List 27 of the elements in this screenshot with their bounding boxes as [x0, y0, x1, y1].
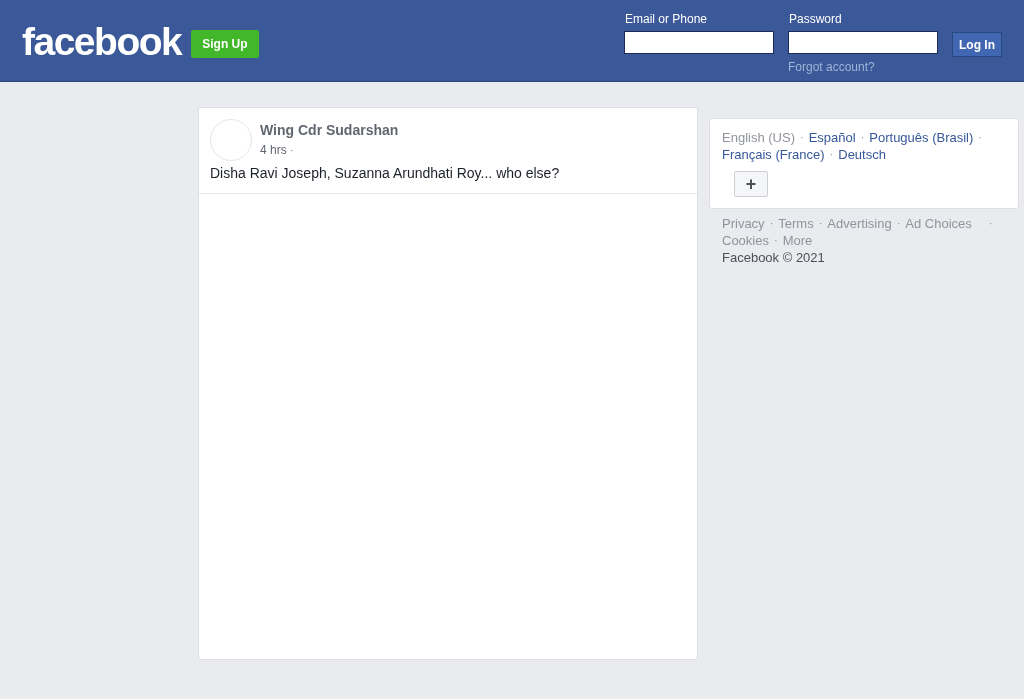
- language-link[interactable]: English (US): [722, 129, 795, 146]
- separator-dot: ·: [860, 130, 865, 145]
- copyright: Facebook © 2021: [721, 249, 826, 266]
- separator-dot: ·: [978, 130, 982, 145]
- language-link[interactable]: Français (France): [722, 146, 825, 163]
- language-link[interactable]: Español: [808, 129, 856, 146]
- logo[interactable]: facebook: [22, 19, 182, 64]
- password-field[interactable]: [788, 31, 938, 54]
- separator-dot: ·: [799, 130, 804, 145]
- field-label: Email or Phone: [624, 12, 709, 28]
- separator-dot: ·: [289, 143, 294, 157]
- field-label: Password: [788, 12, 843, 28]
- post-time[interactable]: 4 hrs: [260, 143, 287, 157]
- forgot-account-link[interactable]: Forgot account?: [788, 60, 938, 74]
- log-in-button[interactable]: Log In: [952, 32, 1002, 57]
- separator-dot: ·: [988, 216, 993, 231]
- separator-dot: ·: [818, 216, 823, 231]
- language-link[interactable]: Deutsch: [838, 146, 886, 163]
- separator-dot: ·: [829, 147, 834, 162]
- author-name[interactable]: Wing Cdr Sudarshan: [260, 122, 399, 138]
- separator-dot: ·: [769, 216, 774, 231]
- more-languages-button[interactable]: +: [734, 171, 768, 197]
- separator-dot: ·: [896, 216, 901, 231]
- email-field[interactable]: [624, 31, 774, 54]
- language-link[interactable]: Português (Brasil): [869, 129, 974, 146]
- post-text: Disha Ravi Joseph, Suzanna Arundhati Roy... who else?: [199, 165, 697, 194]
- separator-dot: ·: [773, 233, 778, 248]
